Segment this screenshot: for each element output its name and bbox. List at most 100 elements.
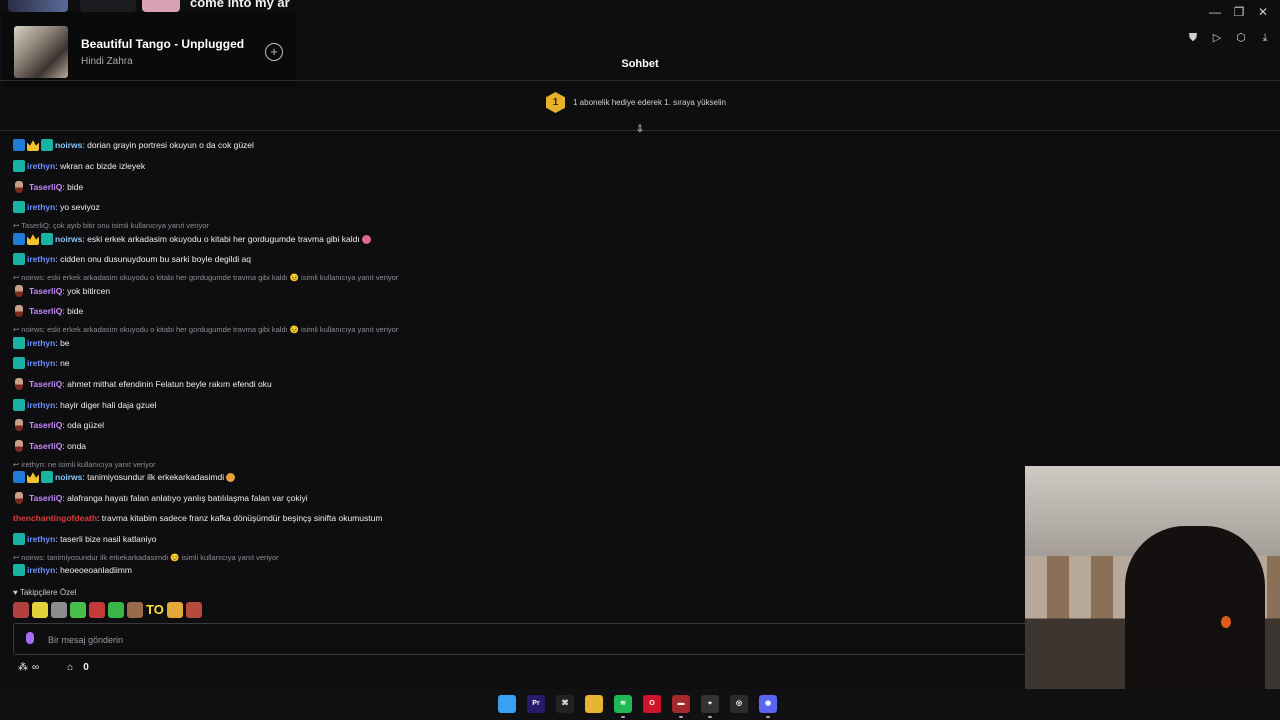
play-icon[interactable]: ▷: [1210, 30, 1224, 46]
chat-message[interactable]: irethyn: cidden onu dusunuydoum bu sarki…: [13, 253, 251, 265]
username[interactable]: noirws: [55, 234, 82, 244]
add-icon[interactable]: +: [265, 43, 283, 61]
mod-badge-icon[interactable]: [13, 139, 25, 151]
sub-badge-icon[interactable]: [13, 564, 25, 576]
chat-message[interactable]: irethyn: ne: [13, 357, 70, 369]
emote-icon[interactable]: [51, 602, 67, 618]
opera-icon[interactable]: O: [643, 695, 661, 713]
emote-icon[interactable]: [89, 602, 105, 618]
reply-context[interactable]: ↩ noirws: eski erkek arkadasim okuyodu o …: [13, 273, 398, 282]
emote-icon[interactable]: [185, 602, 202, 618]
chat-message[interactable]: TaserliQ: oda güzel: [13, 419, 104, 431]
sub-badge-icon[interactable]: [13, 160, 25, 172]
chat-message[interactable]: noirws: tanimiyosundur ilk erkekarkadasi…: [13, 471, 236, 483]
chat-message[interactable]: noirws: dorian grayin portresi okuyun o …: [13, 139, 254, 151]
chat-message[interactable]: noirws: eski erkek arkadasim okuyodu o k…: [13, 233, 371, 245]
mod-badge-icon[interactable]: [13, 233, 25, 245]
shield-icon[interactable]: ⛊: [1186, 30, 1200, 46]
username[interactable]: irethyn: [27, 161, 55, 171]
collapse-icon[interactable]: ⇩: [634, 124, 646, 136]
restore-icon[interactable]: ❐: [1232, 4, 1246, 20]
sub-badge-icon[interactable]: [13, 201, 25, 213]
chat-message[interactable]: TaserliQ: yok bitircen: [13, 285, 110, 297]
obs-icon[interactable]: ◎: [730, 695, 748, 713]
sub-badge-icon[interactable]: [13, 357, 25, 369]
username[interactable]: irethyn: [27, 565, 55, 575]
crown-badge-icon[interactable]: [27, 234, 39, 245]
crown-badge-icon[interactable]: [27, 472, 39, 483]
sub-badge-icon[interactable]: [41, 139, 53, 151]
guitar-badge-icon[interactable]: [15, 492, 23, 504]
crown-badge-icon[interactable]: [27, 140, 39, 151]
username[interactable]: noirws: [55, 140, 82, 150]
username[interactable]: TaserliQ: [29, 493, 62, 503]
username[interactable]: TaserliQ: [29, 441, 62, 451]
guitar-badge-icon[interactable]: [15, 305, 23, 317]
chat-message[interactable]: irethyn: be: [13, 337, 70, 349]
chat-message[interactable]: irethyn: wkran ac bizde izleyek: [13, 160, 145, 172]
username[interactable]: TaserliQ: [29, 182, 62, 192]
points-icon[interactable]: ⁂: [18, 662, 28, 673]
guitar-badge-icon[interactable]: [15, 181, 23, 193]
chat-input[interactable]: [46, 630, 950, 650]
reply-context[interactable]: ↩ noirws: tanimiyosundur ilk erkekarkadas…: [13, 553, 279, 562]
capcut-icon[interactable]: ⌘: [556, 695, 574, 713]
app-red-icon[interactable]: ▬: [672, 695, 690, 718]
strip-thumbnail[interactable]: [142, 0, 180, 12]
chat-message[interactable]: TaserliQ: bide: [13, 181, 83, 193]
sub-badge-icon[interactable]: [41, 233, 53, 245]
emote-icon[interactable]: [166, 602, 183, 618]
points-value[interactable]: ∞: [32, 662, 39, 673]
obs-mouse-icon[interactable]: ⌖: [701, 695, 719, 718]
reply-context[interactable]: ↩ irethyn: ne isimli kullanıcıya yanıt ve…: [13, 460, 156, 469]
username[interactable]: irethyn: [27, 358, 55, 368]
username[interactable]: TaserliQ: [29, 286, 62, 296]
spotify-icon[interactable]: ≋: [614, 695, 632, 718]
emote-icon[interactable]: [32, 602, 48, 618]
sub-badge-icon[interactable]: [41, 471, 53, 483]
sub-badge-icon[interactable]: [13, 399, 25, 411]
username[interactable]: irethyn: [27, 202, 55, 212]
download-icon[interactable]: ⤓: [1258, 30, 1272, 46]
close-icon[interactable]: ✕: [1256, 4, 1270, 20]
file-explorer-icon[interactable]: [585, 695, 603, 713]
chat-message[interactable]: TaserliQ: onda: [13, 440, 86, 452]
chat-message[interactable]: irethyn: taserli bize nasil katlaniyo: [13, 533, 156, 545]
emote-icon[interactable]: TO: [146, 602, 164, 618]
reply-context[interactable]: ↩ noirws: eski erkek arkadasim okuyodu o …: [13, 325, 398, 334]
reply-context[interactable]: ↩ TaserliQ: çok ayıb bitir onu isimli kul…: [13, 221, 209, 230]
emote-icon[interactable]: [70, 602, 86, 618]
emote-icon[interactable]: [13, 602, 29, 618]
store-icon[interactable]: ⌂: [67, 662, 73, 673]
chat-input-box[interactable]: [13, 623, 1045, 655]
chat-message[interactable]: TaserliQ: bide: [13, 305, 83, 317]
username[interactable]: irethyn: [27, 534, 55, 544]
chat-message[interactable]: TaserliQ: alafranga hayatı falan anlatıy…: [13, 492, 308, 504]
emote-icon[interactable]: [127, 602, 143, 618]
username[interactable]: TaserliQ: [29, 420, 62, 430]
username[interactable]: irethyn: [27, 400, 55, 410]
username[interactable]: thenchantingofdeath: [13, 513, 97, 523]
emote-icon[interactable]: [108, 602, 124, 618]
mod-badge-icon[interactable]: [13, 471, 25, 483]
sub-badge-icon[interactable]: [13, 533, 25, 545]
guitar-badge-icon[interactable]: [15, 285, 23, 297]
chat-message[interactable]: thenchantingofdeath: travma kitabim sade…: [13, 512, 382, 524]
chat-message[interactable]: irethyn: hayir diger hali daja gzuel: [13, 399, 156, 411]
mic-icon[interactable]: [26, 632, 34, 644]
now-playing-card[interactable]: Beautiful Tango - Unplugged Hindi Zahra …: [2, 12, 296, 88]
guitar-badge-icon[interactable]: [15, 378, 23, 390]
minimize-icon[interactable]: —: [1208, 4, 1222, 20]
username[interactable]: irethyn: [27, 338, 55, 348]
sub-badge-icon[interactable]: [13, 253, 25, 265]
strip-thumbnail[interactable]: [80, 0, 136, 12]
strip-thumbnail[interactable]: [8, 0, 68, 12]
guitar-badge-icon[interactable]: [15, 419, 23, 431]
username[interactable]: TaserliQ: [29, 306, 62, 316]
username[interactable]: irethyn: [27, 254, 55, 264]
chat-message[interactable]: irethyn: yo seviyoz: [13, 201, 100, 213]
username[interactable]: noirws: [55, 472, 82, 482]
discord-icon[interactable]: ◉: [759, 695, 777, 718]
guitar-badge-icon[interactable]: [15, 440, 23, 452]
premiere-icon[interactable]: Pr: [527, 695, 545, 713]
